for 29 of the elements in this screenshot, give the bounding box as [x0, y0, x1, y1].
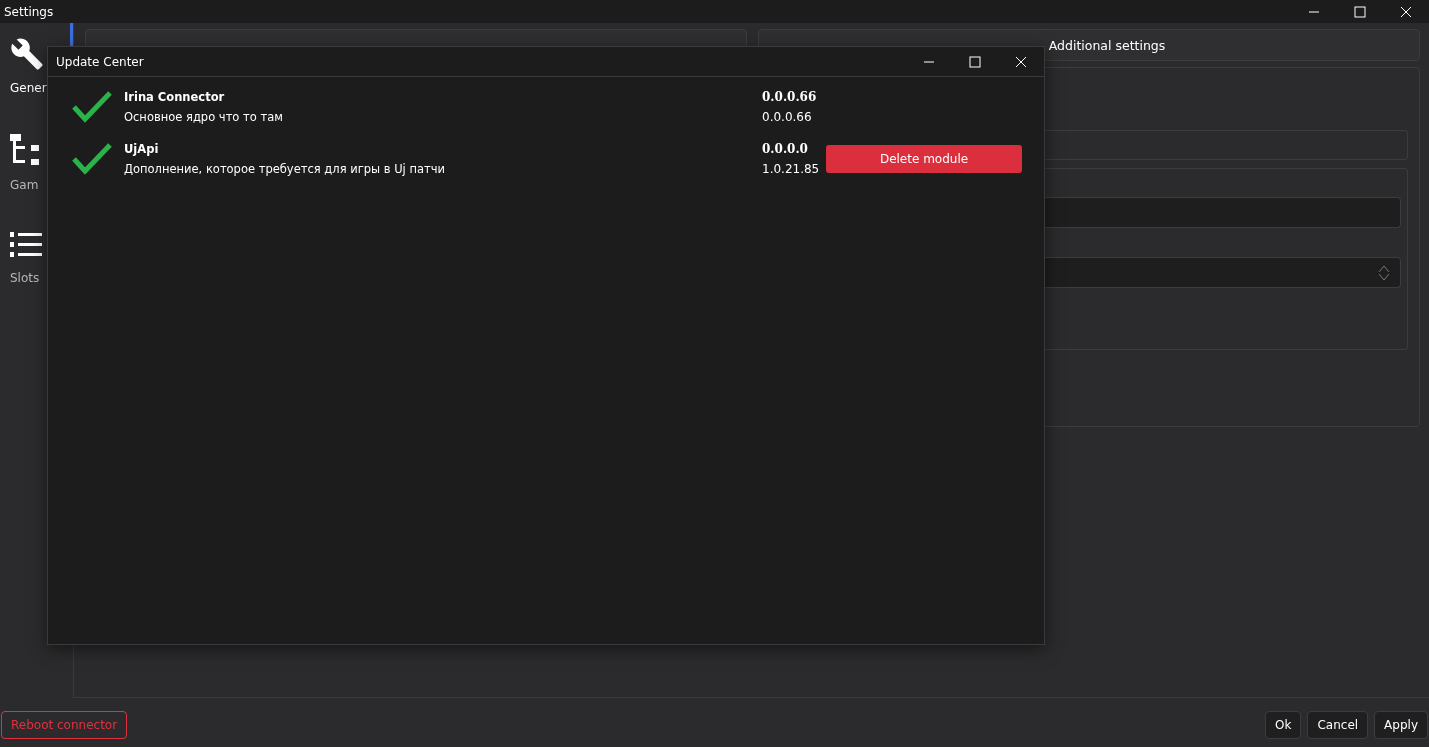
- window-title: Settings: [3, 4, 54, 19]
- sidebar-item[interactable]: Gener: [0, 37, 47, 122]
- installed-version: 1.0.21.85: [762, 162, 821, 176]
- wrench-icon: [10, 37, 44, 71]
- footer-button[interactable]: Cancel: [1307, 711, 1369, 739]
- footer-button[interactable]: Apply: [1374, 711, 1428, 739]
- latest-version: 0.0.0.66: [762, 90, 818, 104]
- close-icon[interactable]: [1400, 5, 1412, 18]
- sidebar-label: Gener: [10, 81, 47, 95]
- latest-version: 0.0.0.0: [762, 142, 809, 156]
- dialog-title: Update Center: [55, 54, 144, 69]
- check-icon: [72, 143, 112, 175]
- sidebar-label: Slots: [10, 271, 40, 285]
- sidebar-label: Gam: [10, 178, 39, 192]
- maximize-icon[interactable]: [969, 55, 981, 68]
- check-icon: [72, 91, 112, 123]
- module-description: Дополнение, которое требуется для игры в Uj патчи: [124, 162, 446, 176]
- module-name: UjApi: [124, 142, 160, 156]
- sidebar-item[interactable]: Slots: [0, 231, 42, 316]
- maximize-icon[interactable]: [1354, 5, 1366, 18]
- sidebar-item[interactable]: Gam: [0, 134, 40, 219]
- module-description: Основное ядро что то там: [124, 110, 284, 124]
- footer-button[interactable]: Ok: [1265, 711, 1302, 739]
- tree-structure-icon: [10, 134, 40, 168]
- close-icon[interactable]: [1015, 55, 1027, 68]
- chevron-updown-icon: [1378, 263, 1390, 282]
- delete-button[interactable]: Delete module: [826, 145, 1022, 173]
- installed-version: 0.0.0.66: [762, 110, 813, 124]
- module-name: Irina Connector: [124, 90, 226, 104]
